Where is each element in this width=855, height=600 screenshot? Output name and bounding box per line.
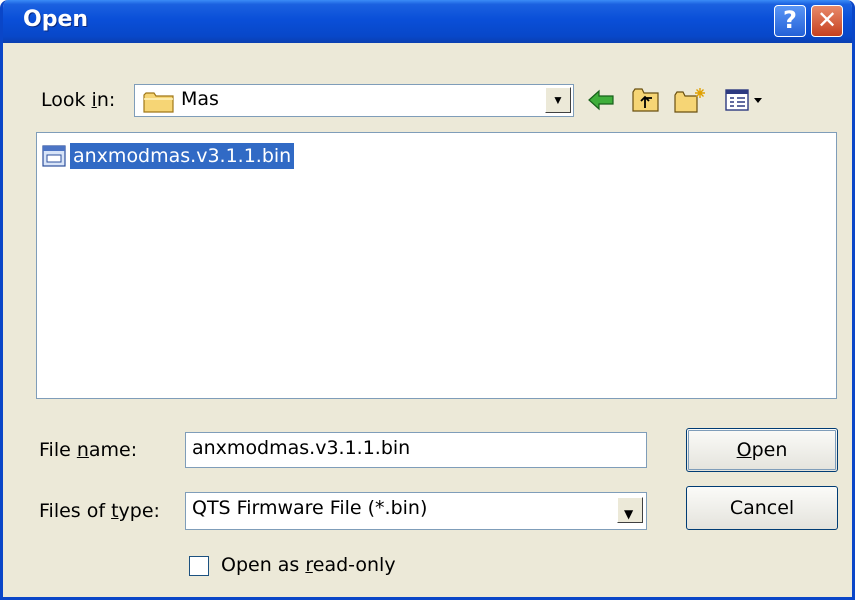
help-button[interactable]: ? <box>774 5 806 37</box>
lookin-value: Mas <box>181 88 219 110</box>
chevron-down-icon: ▼ <box>624 507 634 521</box>
lookin-label: Look in: <box>41 89 116 111</box>
new-folder-icon[interactable] <box>673 86 705 114</box>
filetype-label: Files of type: <box>39 500 160 522</box>
filetype-dropdown[interactable]: QTS Firmware File (*.bin) ▼ <box>185 492 647 530</box>
folder-icon <box>143 92 174 113</box>
cancel-button[interactable]: Cancel <box>686 486 838 530</box>
close-button[interactable]: ✕ <box>811 5 843 37</box>
lookin-dropdown-button[interactable]: ▼ <box>545 87 571 113</box>
open-button[interactable]: Open <box>686 428 838 472</box>
chevron-down-icon: ▼ <box>552 93 564 107</box>
file-list[interactable]: anxmodmas.v3.1.1.bin <box>36 132 837 399</box>
close-icon: ✕ <box>816 6 838 34</box>
filename-input[interactable]: anxmodmas.v3.1.1.bin <box>185 432 647 468</box>
dialog-title: Open <box>23 7 89 32</box>
back-arrow-icon[interactable] <box>586 86 616 114</box>
title-bar[interactable]: Open ? ✕ <box>3 0 852 43</box>
open-dialog: Open ? ✕ Look in: Mas ▼ anxmodmas.v3.1.1… <box>0 0 855 600</box>
readonly-label[interactable]: Open as read-only <box>221 554 396 576</box>
filename-label: File name: <box>39 439 138 461</box>
file-name: anxmodmas.v3.1.1.bin <box>70 143 295 169</box>
view-menu-icon[interactable] <box>723 86 769 114</box>
readonly-checkbox[interactable] <box>189 556 209 576</box>
filetype-dropdown-button[interactable]: ▼ <box>617 497 643 523</box>
up-folder-icon[interactable] <box>631 86 661 114</box>
bin-file-icon <box>42 145 66 167</box>
help-icon: ? <box>783 6 797 34</box>
lookin-dropdown[interactable]: Mas ▼ <box>134 84 574 117</box>
